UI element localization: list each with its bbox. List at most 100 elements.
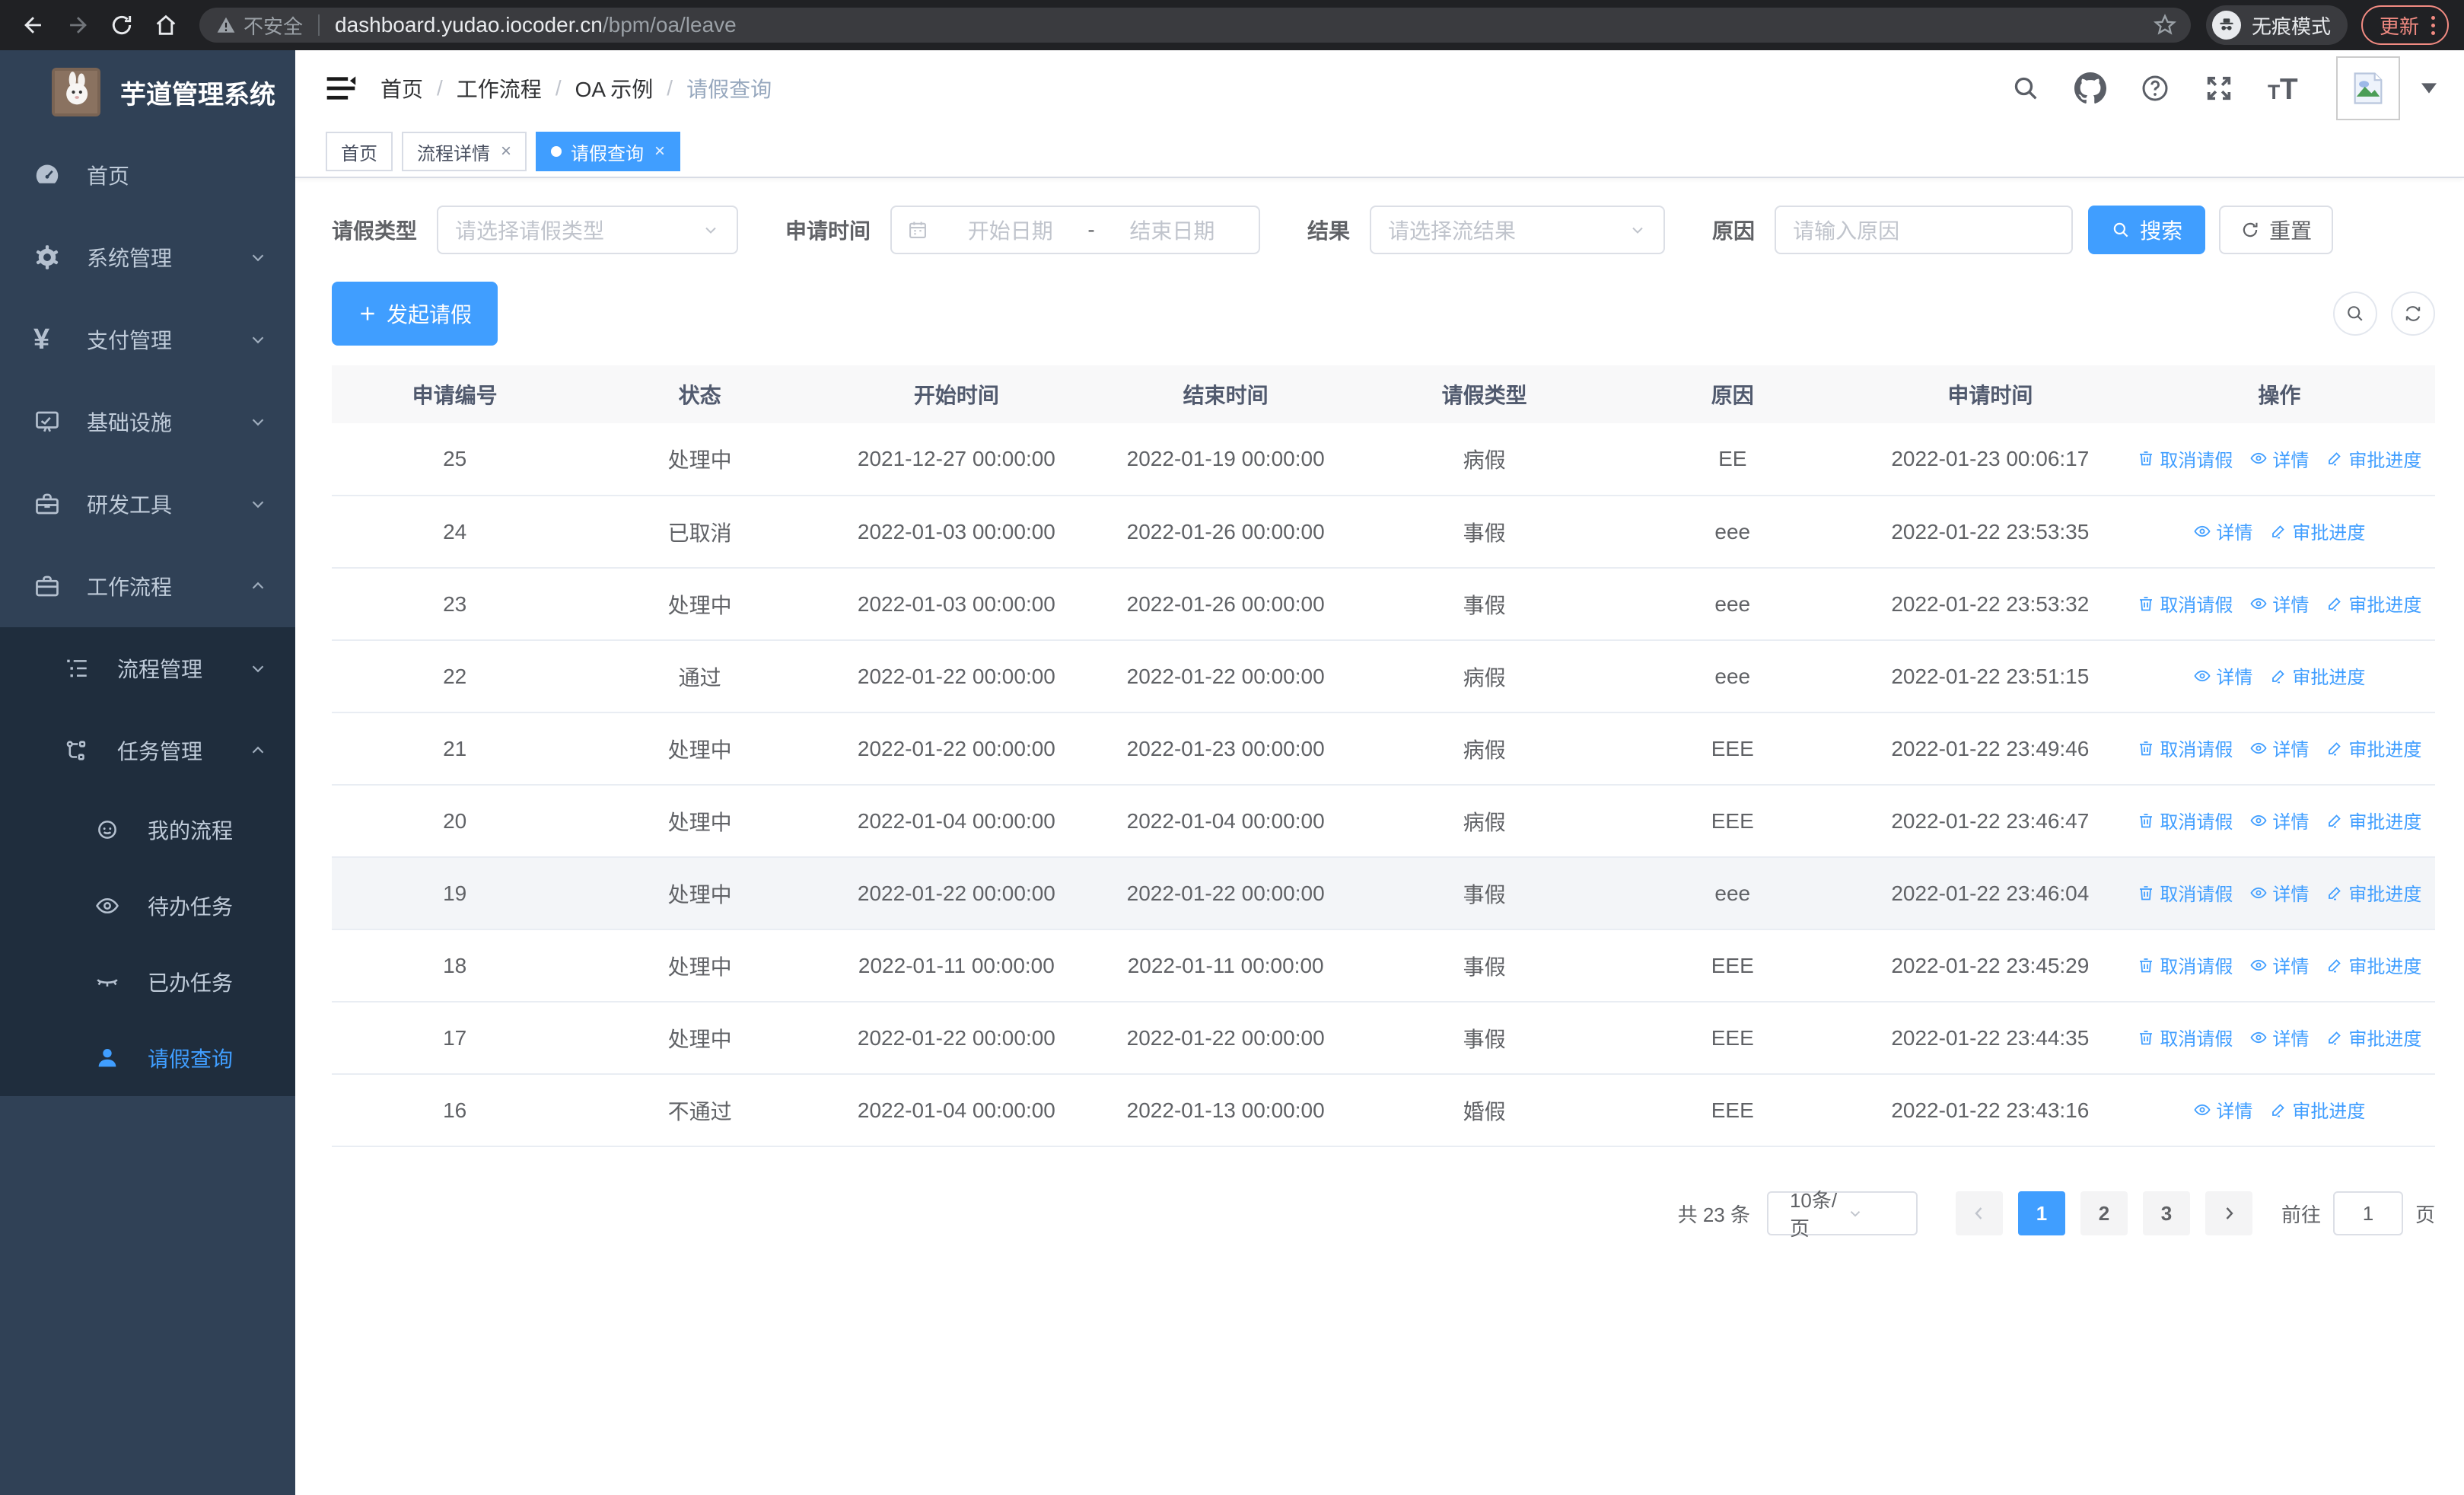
sidebar-item-leave-query[interactable]: 请假查询 bbox=[0, 1020, 295, 1096]
next-page-button[interactable] bbox=[2205, 1191, 2252, 1235]
action-progress-link[interactable]: 审批进度 bbox=[2326, 590, 2421, 617]
sidebar-item-process-mgmt[interactable]: 流程管理 bbox=[0, 627, 295, 709]
sidebar-item-my-process[interactable]: 我的流程 bbox=[0, 792, 295, 868]
breadcrumb-workflow[interactable]: 工作流程 bbox=[457, 73, 542, 104]
browser-reload-button[interactable] bbox=[103, 7, 140, 43]
caret-down-icon[interactable] bbox=[2421, 83, 2437, 94]
action-detail-link[interactable]: 详情 bbox=[2193, 518, 2252, 544]
action-cancel-link[interactable]: 取消请假 bbox=[2137, 952, 2233, 978]
cell-apply-id: 18 bbox=[332, 929, 578, 1003]
browser-menu-icon[interactable] bbox=[2431, 15, 2435, 35]
cell-status: 处理中 bbox=[578, 857, 822, 930]
sidebar-item-workflow[interactable]: 工作流程 bbox=[0, 545, 295, 627]
help-icon[interactable] bbox=[2140, 73, 2170, 104]
browser-back-button[interactable] bbox=[15, 7, 52, 43]
font-size-icon[interactable]: TT bbox=[2268, 73, 2303, 104]
tab-leave-query[interactable]: 请假查询 × bbox=[536, 132, 681, 171]
reason-input[interactable]: 请输入原因 bbox=[1775, 206, 2074, 254]
cell-leave-type: 事假 bbox=[1360, 496, 1609, 569]
avatar[interactable] bbox=[2336, 56, 2400, 120]
action-progress-link[interactable]: 审批进度 bbox=[2269, 662, 2365, 689]
reset-button[interactable]: 重置 bbox=[2219, 206, 2334, 254]
address-bar[interactable]: 不安全 dashboard.yudao.iocoder.cn/bpm/oa/le… bbox=[199, 8, 2191, 43]
browser-home-button[interactable] bbox=[148, 7, 184, 43]
sidebar-item-devtools[interactable]: 研发工具 bbox=[0, 463, 295, 545]
search-icon bbox=[2348, 306, 2363, 321]
action-detail-link[interactable]: 详情 bbox=[2249, 1024, 2309, 1050]
action-detail-link[interactable]: 详情 bbox=[2249, 735, 2309, 761]
action-progress-link[interactable]: 审批进度 bbox=[2269, 518, 2365, 544]
view-icon bbox=[2250, 598, 2267, 609]
fullscreen-icon[interactable] bbox=[2204, 73, 2234, 104]
action-detail-link[interactable]: 详情 bbox=[2193, 1096, 2252, 1123]
action-detail-link[interactable]: 详情 bbox=[2193, 662, 2252, 689]
page-size-select[interactable]: 10条/页 bbox=[1766, 1189, 1918, 1240]
action-detail-link[interactable]: 详情 bbox=[2249, 590, 2309, 617]
sidebar-item-todo-tasks[interactable]: 待办任务 bbox=[0, 868, 295, 944]
page-button-3[interactable]: 3 bbox=[2142, 1191, 2190, 1235]
close-icon[interactable]: × bbox=[501, 141, 511, 162]
sidebar-menu: 首页 系统管理 ¥ 支付管理 基础设施 研发工具 工作流程 流程管理 任务管理 … bbox=[0, 134, 295, 1096]
breadcrumb-home[interactable]: 首页 bbox=[380, 73, 423, 104]
apply-time-range-picker[interactable]: 开始日期 - 结束日期 bbox=[890, 206, 1261, 254]
cell-reason: eee bbox=[1608, 568, 1857, 641]
action-cancel-link[interactable]: 取消请假 bbox=[2137, 445, 2233, 472]
browser-forward-button[interactable] bbox=[59, 7, 96, 43]
breadcrumb-oa-example[interactable]: OA 示例 bbox=[575, 73, 654, 104]
action-cancel-link[interactable]: 取消请假 bbox=[2137, 879, 2233, 906]
action-cancel-link[interactable]: 取消请假 bbox=[2137, 735, 2233, 761]
app-logo-row[interactable]: 芋道管理系统 bbox=[0, 50, 295, 134]
gear-icon bbox=[33, 244, 62, 271]
action-progress-link[interactable]: 审批进度 bbox=[2326, 807, 2421, 834]
sidebar-item-done-tasks[interactable]: 已办任务 bbox=[0, 944, 295, 1020]
action-cancel-link[interactable]: 取消请假 bbox=[2137, 1024, 2233, 1050]
edit-icon bbox=[2329, 958, 2341, 973]
search-button[interactable]: 搜索 bbox=[2088, 206, 2206, 254]
sidebar-item-task-mgmt[interactable]: 任务管理 bbox=[0, 709, 295, 792]
cell-start-time: 2022-01-22 00:00:00 bbox=[821, 857, 1091, 930]
delete-icon bbox=[2140, 451, 2153, 466]
action-progress-link[interactable]: 审批进度 bbox=[2326, 952, 2421, 978]
page-button-1[interactable]: 1 bbox=[2017, 1191, 2065, 1235]
action-progress-link[interactable]: 审批进度 bbox=[2326, 735, 2421, 761]
tab-process-detail[interactable]: 流程详情 × bbox=[402, 132, 527, 171]
sidebar-item-home[interactable]: 首页 bbox=[0, 134, 295, 216]
action-progress-link[interactable]: 审批进度 bbox=[2326, 445, 2421, 472]
prev-page-button[interactable] bbox=[1955, 1191, 2003, 1235]
bookmark-star-icon[interactable] bbox=[2153, 13, 2177, 37]
action-detail-link[interactable]: 详情 bbox=[2249, 445, 2309, 472]
edit-icon bbox=[2329, 452, 2341, 466]
action-detail-link[interactable]: 详情 bbox=[2249, 879, 2309, 906]
leave-type-select[interactable]: 请选择请假类型 bbox=[437, 206, 739, 254]
cell-start-time: 2022-01-22 00:00:00 bbox=[821, 640, 1091, 713]
sidebar-item-system[interactable]: 系统管理 bbox=[0, 216, 295, 298]
action-cancel-link[interactable]: 取消请假 bbox=[2137, 590, 2233, 617]
header-search-icon[interactable] bbox=[2010, 73, 2041, 104]
page-button-2[interactable]: 2 bbox=[2080, 1191, 2128, 1235]
sidebar-collapse-icon[interactable] bbox=[320, 67, 362, 110]
action-detail-link[interactable]: 详情 bbox=[2249, 952, 2309, 978]
action-progress-link[interactable]: 审批进度 bbox=[2326, 1024, 2421, 1050]
github-icon[interactable] bbox=[2074, 72, 2106, 104]
incognito-label: 无痕模式 bbox=[2251, 14, 2331, 38]
col-end-time: 结束时间 bbox=[1090, 365, 1361, 423]
sidebar-item-payment[interactable]: ¥ 支付管理 bbox=[0, 298, 295, 381]
refresh-table-button[interactable] bbox=[2391, 292, 2435, 336]
pagination: 共 23 条 10条/页 1 2 3 前往 页 bbox=[332, 1189, 2435, 1240]
goto-page-input[interactable] bbox=[2332, 1191, 2403, 1235]
table-row: 19 处理中 2022-01-22 00:00:00 2022-01-22 00… bbox=[332, 857, 2435, 930]
close-icon[interactable]: × bbox=[654, 141, 665, 162]
edit-icon bbox=[2329, 814, 2341, 828]
create-leave-button[interactable]: 发起请假 bbox=[332, 282, 498, 346]
cell-actions: 取消请假 详情 审批进度 bbox=[2123, 568, 2435, 641]
browser-update-button[interactable]: 更新 bbox=[2361, 5, 2449, 45]
action-detail-link[interactable]: 详情 bbox=[2249, 807, 2309, 834]
action-progress-link[interactable]: 审批进度 bbox=[2326, 879, 2421, 906]
action-progress-link[interactable]: 审批进度 bbox=[2269, 1096, 2365, 1123]
tab-home[interactable]: 首页 bbox=[326, 132, 393, 171]
sidebar-item-infra[interactable]: 基础设施 bbox=[0, 381, 295, 463]
action-cancel-link[interactable]: 取消请假 bbox=[2137, 807, 2233, 834]
chevron-right-icon bbox=[2226, 1207, 2233, 1219]
result-select[interactable]: 请选择流结果 bbox=[1370, 206, 1666, 254]
toggle-search-button[interactable] bbox=[2333, 292, 2377, 336]
